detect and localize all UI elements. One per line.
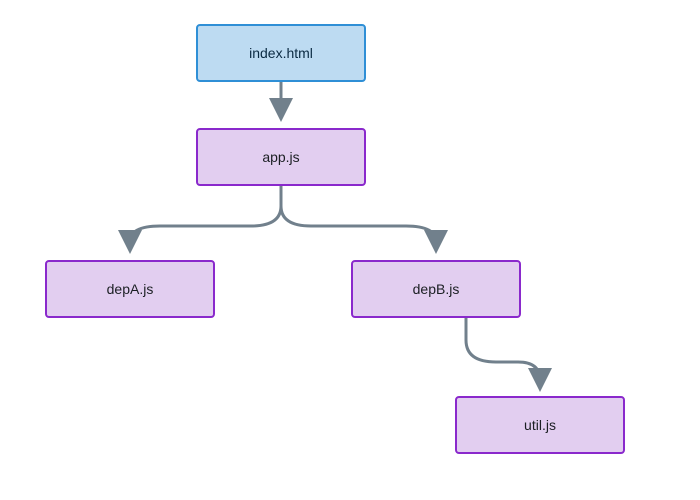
node-label: util.js	[524, 417, 556, 433]
edge-depB-to-util	[466, 318, 540, 380]
node-depA-js: depA.js	[45, 260, 215, 318]
node-label: depA.js	[107, 281, 154, 297]
node-index-html: index.html	[196, 24, 366, 82]
node-util-js: util.js	[455, 396, 625, 454]
node-label: app.js	[262, 149, 299, 165]
edge-app-branch	[130, 186, 436, 242]
node-label: depB.js	[413, 281, 460, 297]
node-depB-js: depB.js	[351, 260, 521, 318]
node-app-js: app.js	[196, 128, 366, 186]
node-label: index.html	[249, 45, 313, 61]
